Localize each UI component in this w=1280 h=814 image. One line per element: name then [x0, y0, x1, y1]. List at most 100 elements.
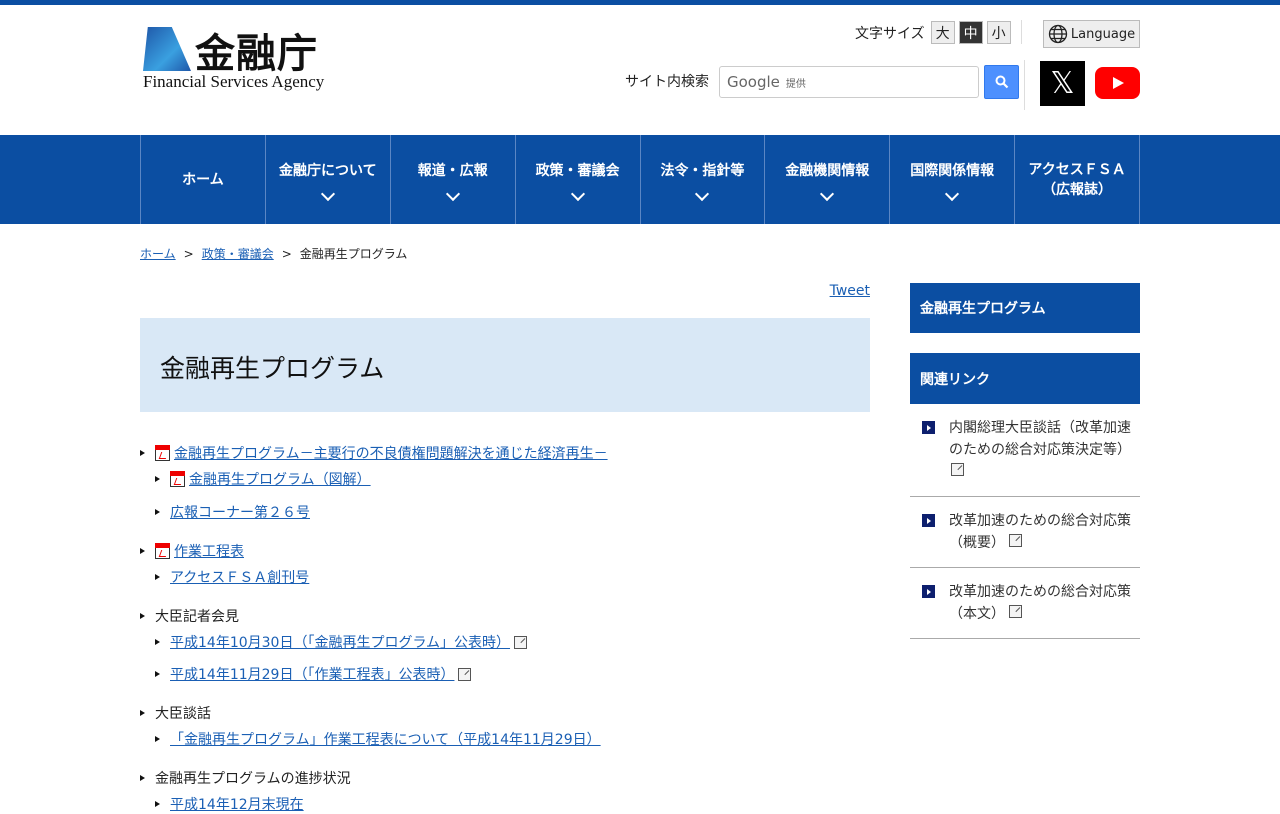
related-links-heading: 関連リンク	[910, 353, 1140, 404]
link-press-1129[interactable]: 平成14年11月29日（「作業工程表」公表時）	[170, 664, 454, 684]
external-link-icon	[1009, 534, 1022, 547]
list-item: 金融再生プログラム（図解）	[155, 469, 371, 489]
pdf-icon	[155, 543, 170, 559]
external-link-icon	[514, 635, 528, 649]
list-item: 作業工程表	[140, 541, 244, 561]
bullet-icon	[155, 574, 160, 580]
link-access-fsa[interactable]: アクセスＦＳＡ創刊号	[170, 567, 309, 587]
sidebar-section-title[interactable]: 金融再生プログラム	[910, 283, 1140, 333]
bullet-icon	[140, 450, 145, 456]
font-size-medium-button[interactable]: 中	[958, 21, 983, 44]
list-item: 平成14年12月末現在	[155, 794, 304, 814]
related-link[interactable]: 改革加速のための総合対応策（本文）	[910, 568, 1140, 639]
bullet-icon	[140, 710, 145, 716]
tweet-link[interactable]: Tweet	[830, 283, 870, 299]
breadcrumb-policy[interactable]: 政策・審議会	[202, 247, 274, 261]
list-item: 平成14年10月30日（「金融再生プログラム」公表時）	[155, 632, 528, 652]
arrow-icon	[922, 514, 935, 527]
nav-item-label: 金融庁について	[279, 162, 377, 179]
header: 金融庁 Financial Services Agency 文字サイズ 大 中 …	[140, 5, 1140, 135]
nav-item-label: アクセスＦＳＡ （広報誌）	[1028, 161, 1126, 198]
list-item: 大臣記者会見	[140, 606, 239, 626]
breadcrumb-sep: >	[281, 247, 292, 261]
youtube-link[interactable]	[1095, 67, 1140, 99]
list-item: 平成14年11月29日（「作業工程表」公表時）	[155, 664, 472, 684]
link-pr-corner[interactable]: 広報コーナー第２６号	[170, 502, 310, 522]
language-button[interactable]: Language	[1043, 20, 1140, 48]
list-item: 広報コーナー第２６号	[155, 502, 310, 522]
bullet-icon	[140, 613, 145, 619]
sidebar: 金融再生プログラム 関連リンク 内閣総理大臣談話（改革加速のための総合対応策決定…	[910, 283, 1140, 639]
search-input[interactable]: Google 提供	[719, 66, 979, 98]
arrow-icon	[922, 421, 935, 434]
search-placeholder-brand: Google	[727, 73, 780, 91]
related-link[interactable]: 改革加速のための総合対応策（概要）	[910, 497, 1140, 568]
logo-en: Financial Services Agency	[143, 72, 325, 91]
external-link-icon	[1009, 605, 1022, 618]
section-minister-statement: 大臣談話	[155, 706, 211, 722]
font-size-small-button[interactable]: 小	[986, 21, 1011, 44]
nav-item-label: 法令・指針等	[660, 162, 745, 179]
list-item: 金融再生プログラムの進捗状況	[140, 768, 351, 788]
related-link-label: 改革加速のための総合対応策（概要）	[949, 513, 1131, 551]
external-link-icon	[951, 463, 964, 476]
list-item: 大臣談話	[140, 703, 211, 723]
nav-item-label: 報道・広報	[417, 162, 488, 179]
related-link-label: 改革加速のための総合対応策（本文）	[949, 584, 1131, 622]
x-twitter-link[interactable]: 𝕏	[1040, 61, 1085, 106]
bullet-icon	[155, 476, 160, 482]
nav-item-label: 国際関係情報	[910, 162, 995, 179]
arrow-icon	[922, 585, 935, 598]
nav-item[interactable]: 報道・広報	[391, 135, 516, 224]
chevron-down-icon	[945, 186, 960, 201]
link-progress-dec[interactable]: 平成14年12月末現在	[170, 794, 304, 814]
nav-item-label: ホーム	[182, 171, 224, 188]
fsa-logo[interactable]: 金融庁 Financial Services Agency	[143, 25, 338, 91]
link-program-pdf[interactable]: 金融再生プログラム－主要行の不良債権問題解決を通じた経済再生－	[174, 443, 608, 463]
pdf-icon	[170, 471, 185, 487]
pdf-icon	[155, 445, 170, 461]
global-nav: ホーム 金融庁について 報道・広報 政策・審議会 法令・指針等 金融機関情報 国際関係情報 ア…	[0, 135, 1280, 224]
breadcrumb-home[interactable]: ホーム	[140, 247, 176, 261]
section-press-conference: 大臣記者会見	[155, 609, 239, 625]
breadcrumb-current: 金融再生プログラム	[299, 247, 408, 261]
bullet-icon	[140, 548, 145, 554]
list-item: 金融再生プログラム－主要行の不良債権問題解決を通じた経済再生－	[140, 443, 608, 463]
nav-item-label: 金融機関情報	[785, 162, 870, 179]
bullet-icon	[155, 736, 160, 742]
nav-item[interactable]: 金融庁について	[266, 135, 391, 224]
related-link-label: 内閣総理大臣談話（改革加速のための総合対応策決定等）	[949, 420, 1131, 458]
x-logo-icon: 𝕏	[1050, 66, 1075, 101]
link-press-1030[interactable]: 平成14年10月30日（「金融再生プログラム」公表時）	[170, 632, 510, 652]
related-link[interactable]: 内閣総理大臣談話（改革加速のための総合対応策決定等）	[910, 404, 1140, 497]
link-diagram-pdf[interactable]: 金融再生プログラム（図解）	[189, 469, 371, 489]
language-label: Language	[1070, 26, 1136, 42]
chevron-down-icon	[820, 186, 835, 201]
search-button[interactable]	[984, 65, 1019, 99]
font-size-large-button[interactable]: 大	[930, 21, 955, 44]
font-size-control: 文字サイズ 大 中 小	[855, 21, 1011, 44]
nav-item-label: 政策・審議会	[535, 162, 620, 179]
divider	[1024, 60, 1025, 110]
font-size-label: 文字サイズ	[855, 25, 925, 42]
site-search-label: サイト内検索	[625, 74, 709, 90]
link-statement[interactable]: 「金融再生プログラム」作業工程表について（平成14年11月29日）	[170, 729, 601, 749]
nav-item[interactable]: 金融機関情報	[765, 135, 891, 224]
nav-item[interactable]: 国際関係情報	[890, 135, 1016, 224]
external-link-icon	[458, 667, 472, 681]
chevron-down-icon	[320, 186, 335, 201]
chevron-down-icon	[695, 186, 710, 201]
nav-item[interactable]: 政策・審議会	[516, 135, 641, 224]
bullet-icon	[155, 671, 160, 677]
section-progress: 金融再生プログラムの進捗状況	[155, 771, 351, 787]
nav-item[interactable]: ホーム	[141, 135, 266, 224]
chevron-down-icon	[570, 186, 585, 201]
bullet-icon	[140, 775, 145, 781]
logo-mark-icon	[143, 27, 191, 71]
globe-icon	[1048, 24, 1068, 44]
link-schedule-pdf[interactable]: 作業工程表	[174, 541, 244, 561]
nav-item[interactable]: アクセスＦＳＡ （広報誌）	[1015, 135, 1140, 224]
search-icon	[995, 75, 1008, 89]
nav-item[interactable]: 法令・指針等	[641, 135, 766, 224]
list-item: 「金融再生プログラム」作業工程表について（平成14年11月29日）	[155, 729, 601, 749]
